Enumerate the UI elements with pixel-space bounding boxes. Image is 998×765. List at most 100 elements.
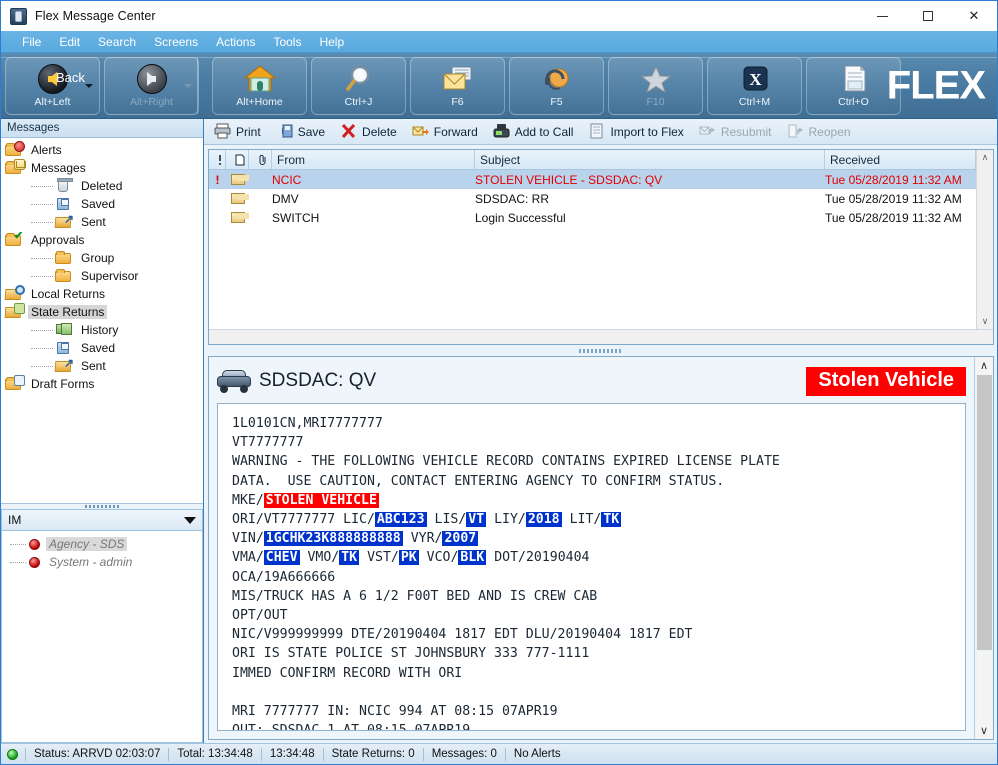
sidebar-item-messages[interactable]: Messages xyxy=(1,159,203,177)
message-list-hscrollbar[interactable] xyxy=(209,329,993,344)
folder-search-icon xyxy=(5,286,23,302)
resubmit-button[interactable]: Resubmit xyxy=(699,123,781,140)
body-text: OUT: SDSDAC 1 AT 08:15 07APR19 xyxy=(232,723,470,731)
menu-item-search[interactable]: Search xyxy=(89,33,145,51)
save-button[interactable]: Save xyxy=(276,123,334,140)
chevron-down-icon-im[interactable] xyxy=(184,517,196,524)
sidebar-item-saved-messages[interactable]: Saved xyxy=(1,195,203,213)
message-detail-scrollbar[interactable]: ∧ ∨ xyxy=(974,357,993,739)
im-panel-title: IM xyxy=(8,513,21,527)
menu-item-file[interactable]: File xyxy=(13,33,50,51)
trash-icon xyxy=(55,178,73,194)
import-icon xyxy=(588,123,605,140)
folder-alert-icon xyxy=(5,142,23,158)
im-panel-header[interactable]: IM xyxy=(1,509,203,531)
row-from: DMV xyxy=(272,192,475,206)
sidebar-item-state-returns[interactable]: State Returns xyxy=(1,303,203,321)
forward-button-cmd[interactable]: Forward xyxy=(412,123,487,140)
body-text: ORI/VT7777777 LIC/ xyxy=(232,512,375,527)
sidebar-item-sent-returns[interactable]: ↗ Sent xyxy=(1,357,203,375)
sidebar-item-draft-forms[interactable]: Draft Forms xyxy=(1,375,203,393)
menu-item-tools[interactable]: Tools xyxy=(264,33,310,51)
scroll-down-icon[interactable]: ∨ xyxy=(982,314,989,329)
folder-sent-icon: ↗ xyxy=(55,214,73,230)
menu-item-actions[interactable]: Actions xyxy=(207,33,264,51)
sidebar-item-label: Group xyxy=(78,251,117,265)
add-to-call-button[interactable]: Add to Call xyxy=(493,123,583,140)
favorites-button[interactable]: F10 xyxy=(608,57,703,115)
dispatch-button[interactable]: F5 xyxy=(509,57,604,115)
table-row[interactable]: DMV SDSDAC: RR Tue 05/28/2019 11:32 AM xyxy=(209,189,976,208)
folder-mail-icon xyxy=(5,160,23,176)
menu-bar: File Edit Search Screens Actions Tools H… xyxy=(1,31,997,53)
import-to-flex-label: Import to Flex xyxy=(610,125,683,139)
column-header-from[interactable]: From xyxy=(272,150,475,169)
scrollbar-track[interactable] xyxy=(977,651,992,722)
chevron-down-icon-forward[interactable] xyxy=(184,84,192,88)
column-header-priority[interactable] xyxy=(209,150,226,169)
row-subject: STOLEN VEHICLE - SDSDAC: QV xyxy=(475,173,825,187)
forward-button[interactable]: Alt+Right xyxy=(104,57,199,115)
reopen-button[interactable]: Reopen xyxy=(787,123,860,140)
status-segment-state-returns: State Returns: 0 xyxy=(323,748,423,761)
delete-button[interactable]: Delete xyxy=(340,123,406,140)
minimize-button[interactable] xyxy=(859,1,905,31)
tree-connector xyxy=(31,276,53,277)
back-button[interactable]: Back Alt+Left xyxy=(5,57,100,115)
sidebar-item-sent-messages[interactable]: ↗ Sent xyxy=(1,213,203,231)
sidebar-item-group[interactable]: Group xyxy=(1,249,203,267)
mail-button[interactable]: F6 xyxy=(410,57,505,115)
maximize-button[interactable] xyxy=(905,1,951,31)
home-button[interactable]: Alt+Home xyxy=(212,57,307,115)
im-contact-row[interactable]: Agency - SDS xyxy=(2,535,202,553)
column-header-subject[interactable]: Subject xyxy=(475,150,825,169)
scroll-up-icon[interactable]: ∧ xyxy=(976,357,993,374)
chevron-down-icon[interactable] xyxy=(85,84,93,88)
folder-tree[interactable]: Alerts Messages Deleted Saved xyxy=(1,138,203,503)
column-header-received[interactable]: Received xyxy=(825,150,976,169)
message-detail-title: SDSDAC: QV xyxy=(259,370,376,392)
sidebar-item-alerts[interactable]: Alerts xyxy=(1,141,203,159)
sidebar-item-deleted[interactable]: Deleted xyxy=(1,177,203,195)
scroll-up-icon[interactable]: ∧ xyxy=(982,150,989,165)
sidebar-item-label: Supervisor xyxy=(78,269,141,283)
message-list[interactable]: From Subject Received ! NCIC STOLEN VEHI… xyxy=(209,150,976,329)
flex-x-button[interactable]: X Ctrl+M xyxy=(707,57,802,115)
sidebar-item-local-returns[interactable]: Local Returns xyxy=(1,285,203,303)
scrollbar-thumb[interactable] xyxy=(977,375,992,650)
status-segment-messages: Messages: 0 xyxy=(423,748,505,761)
table-row[interactable]: ! NCIC STOLEN VEHICLE - SDSDAC: QV Tue 0… xyxy=(209,170,976,189)
table-row[interactable]: SWITCH Login Successful Tue 05/28/2019 1… xyxy=(209,208,976,227)
sidebar-item-history[interactable]: History xyxy=(1,321,203,339)
sidebar-item-supervisor[interactable]: Supervisor xyxy=(1,267,203,285)
menu-item-help[interactable]: Help xyxy=(310,33,353,51)
history-icon xyxy=(55,322,73,338)
scroll-down-icon[interactable]: ∨ xyxy=(976,722,993,739)
body-text: MRI 7777777 IN: NCIC 994 AT 08:15 07APR1… xyxy=(232,704,558,719)
body-text: IMMED CONFIRM RECORD WITH ORI xyxy=(232,666,462,681)
message-body-text[interactable]: 1L0101CN,MRI7777777VT7777777WARNING - TH… xyxy=(217,403,966,731)
message-list-scrollbar[interactable]: ∧ ∨ xyxy=(976,150,993,329)
im-contact-row[interactable]: System - admin xyxy=(2,553,202,571)
close-button[interactable]: ✕ xyxy=(951,1,997,31)
body-highlight-blue: PK xyxy=(399,550,419,565)
sidebar-item-saved-returns[interactable]: Saved xyxy=(1,339,203,357)
disk-icon xyxy=(55,340,73,356)
print-label: Print xyxy=(236,125,261,139)
sidebar-item-approvals[interactable]: ✔ Approvals xyxy=(1,231,203,249)
status-offline-icon xyxy=(29,539,40,550)
pane-splitter[interactable] xyxy=(204,345,997,356)
import-to-flex-button[interactable]: Import to Flex xyxy=(588,123,692,140)
im-contact-list[interactable]: Agency - SDS System - admin xyxy=(1,531,203,743)
print-button[interactable]: Print xyxy=(214,123,270,140)
body-text: ORI IS STATE POLICE ST JOHNSBURY 333 777… xyxy=(232,646,589,661)
menu-item-edit[interactable]: Edit xyxy=(50,33,89,51)
column-header-document[interactable] xyxy=(226,150,249,169)
column-header-attachment[interactable] xyxy=(249,150,272,169)
menu-item-screens[interactable]: Screens xyxy=(145,33,207,51)
body-text: OCA/19A666666 xyxy=(232,570,335,585)
message-body-line: MKE/STOLEN VEHICLE xyxy=(232,491,957,510)
search-button[interactable]: Ctrl+J xyxy=(311,57,406,115)
body-highlight-blue: 2018 xyxy=(526,512,562,527)
body-text: DATA. USE CAUTION, CONTACT ENTERING AGEN… xyxy=(232,474,724,489)
